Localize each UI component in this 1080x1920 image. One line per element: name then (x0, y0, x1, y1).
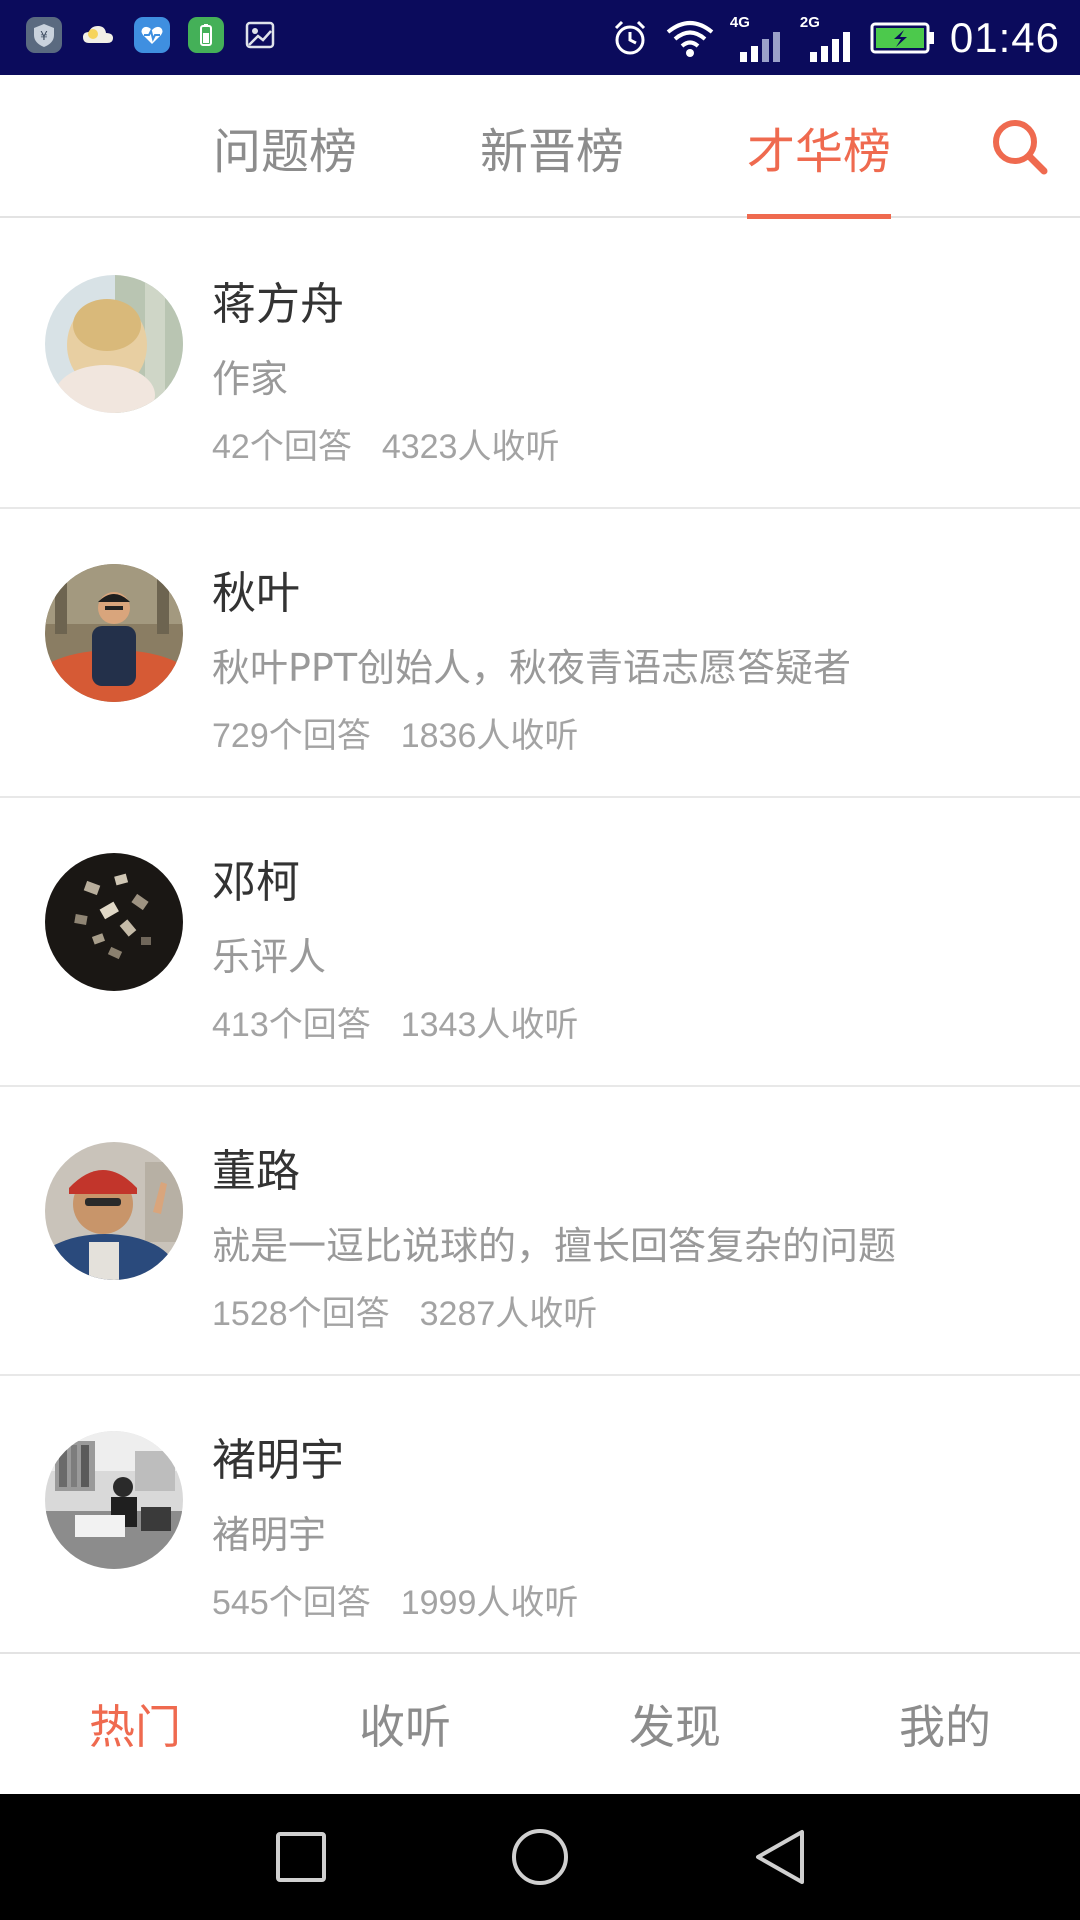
answer-count: 545个回答 (212, 1584, 371, 1622)
answer-count: 729个回答 (212, 717, 371, 755)
tab-questions[interactable]: 问题榜 (213, 75, 357, 218)
nav-mine[interactable]: 我的 (810, 1654, 1080, 1794)
answer-count: 42个回答 (212, 428, 352, 466)
listener-count: 1343人收听 (400, 1006, 579, 1044)
list-item[interactable]: 秋叶 秋叶PPT创始人，秋夜青语志愿答疑者 729个回答 1836人收听 (0, 509, 1080, 798)
expert-description: 就是一逗比说球的，擅长回答复杂的问题 (212, 1224, 897, 1268)
gallery-app-icon (242, 17, 278, 53)
answer-count: 1528个回答 (212, 1295, 390, 1333)
listener-count: 3287人收听 (419, 1295, 598, 1333)
signal-icon-primary: 4G (730, 12, 786, 64)
expert-name: 董路 (212, 1146, 300, 1197)
clock: 01:46 (949, 14, 1060, 61)
expert-description: 秋叶PPT创始人，秋夜青语志愿答疑者 (212, 646, 852, 690)
nav-label: 我的 (899, 1700, 991, 1754)
tab-newcomers[interactable]: 新晋榜 (480, 75, 624, 218)
expert-stats: 545个回答 1999人收听 (212, 1575, 578, 1624)
system-navigation-bar (0, 1794, 1080, 1920)
active-tab-indicator (747, 214, 891, 219)
nav-label: 收听 (359, 1700, 451, 1754)
tab-label: 新晋榜 (480, 123, 625, 180)
tab-label: 问题榜 (213, 123, 358, 180)
talent-list: 蒋方舟 作家 42个回答 4323人收听 秋叶 秋叶PPT创始人，秋夜青语志愿答… (0, 220, 1080, 1665)
expert-stats: 1528个回答 3287人收听 (212, 1286, 597, 1335)
expert-name: 秋叶 (212, 568, 300, 619)
expert-name: 蒋方舟 (212, 279, 344, 330)
expert-stats: 729个回答 1836人收听 (212, 708, 578, 757)
list-item[interactable]: 邓柯 乐评人 413个回答 1343人收听 (0, 798, 1080, 1087)
tab-label: 才华榜 (747, 123, 892, 180)
nav-label: 热门 (89, 1700, 181, 1754)
network-type-secondary: 2G (799, 14, 820, 31)
bottom-navigation: 热门 收听 发现 我的 (0, 1652, 1080, 1794)
signal-icon-secondary: 2G (800, 12, 856, 64)
expert-description: 作家 (212, 357, 289, 401)
alarm-icon (614, 20, 645, 55)
listener-count: 1836人收听 (400, 717, 579, 755)
home-icon[interactable] (509, 1826, 571, 1886)
listener-count: 1999人收听 (400, 1584, 579, 1622)
list-item[interactable]: 蒋方舟 作家 42个回答 4323人收听 (0, 220, 1080, 509)
top-tab-bar: 问题榜 新晋榜 才华榜 (0, 75, 1080, 219)
nav-following[interactable]: 收听 (270, 1654, 540, 1794)
nav-discover[interactable]: 发现 (540, 1654, 810, 1794)
network-type-primary: 4G (729, 14, 750, 31)
expert-name: 褚明宇 (212, 1435, 344, 1486)
status-bar: ¥ 4G 2G 01:46 (0, 0, 1080, 75)
tab-talent[interactable]: 才华榜 (747, 75, 892, 219)
avatar[interactable] (45, 1431, 183, 1569)
search-icon (993, 120, 1048, 175)
cloud-icon (80, 17, 116, 53)
expert-description: 乐评人 (212, 935, 327, 979)
avatar[interactable] (45, 853, 183, 991)
expert-stats: 413个回答 1343人收听 (212, 997, 578, 1046)
search-button[interactable] (988, 115, 1052, 179)
nav-label: 发现 (629, 1700, 721, 1754)
expert-name: 邓柯 (212, 857, 300, 908)
expert-description: 褚明宇 (212, 1513, 327, 1557)
listener-count: 4323人收听 (381, 428, 560, 466)
avatar[interactable] (45, 1142, 183, 1280)
recent-apps-icon[interactable] (275, 1826, 327, 1886)
back-icon[interactable] (752, 1826, 808, 1886)
expert-stats: 42个回答 4323人收听 (212, 419, 559, 468)
health-app-icon (134, 17, 170, 53)
list-item[interactable]: 褚明宇 褚明宇 545个回答 1999人收听 (0, 1376, 1080, 1665)
shield-app-icon: ¥ (26, 17, 62, 53)
battery-app-icon (188, 17, 224, 53)
list-item[interactable]: 董路 就是一逗比说球的，擅长回答复杂的问题 1528个回答 3287人收听 (0, 1087, 1080, 1376)
avatar[interactable] (45, 564, 183, 702)
wifi-icon (666, 21, 714, 57)
battery-charging-icon (870, 22, 934, 54)
nav-hot[interactable]: 热门 (0, 1654, 270, 1794)
answer-count: 413个回答 (212, 1006, 371, 1044)
status-system-icons: 4G 2G 01:46 (610, 8, 1060, 68)
status-notification-icons: ¥ (26, 17, 278, 53)
avatar[interactable] (45, 275, 183, 413)
svg-text:¥: ¥ (40, 29, 48, 43)
